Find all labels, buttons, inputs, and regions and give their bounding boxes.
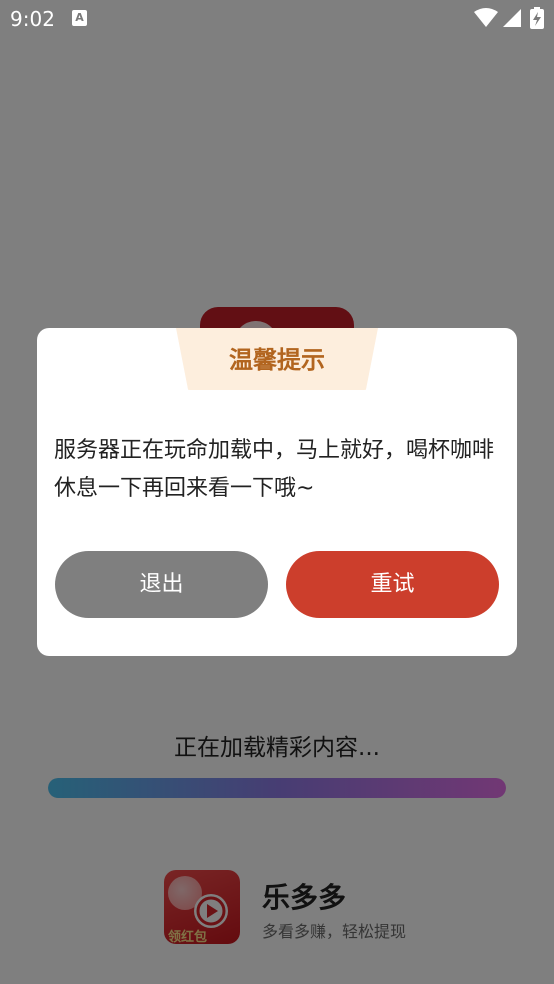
retry-button[interactable]: 重试	[286, 551, 499, 618]
dialog-title: 温馨提示	[229, 346, 325, 374]
status-time: 9:02	[10, 7, 55, 31]
dialog-message: 服务器正在玩命加载中，马上就好，喝杯咖啡休息一下再回来看一下哦~	[54, 438, 495, 501]
signal-icon	[503, 9, 521, 27]
status-bar: 9:02 A	[0, 0, 554, 38]
battery-icon	[530, 7, 544, 29]
exit-button[interactable]: 退出	[55, 551, 268, 618]
notification-icon: A	[72, 10, 87, 26]
wifi-icon	[474, 8, 498, 27]
